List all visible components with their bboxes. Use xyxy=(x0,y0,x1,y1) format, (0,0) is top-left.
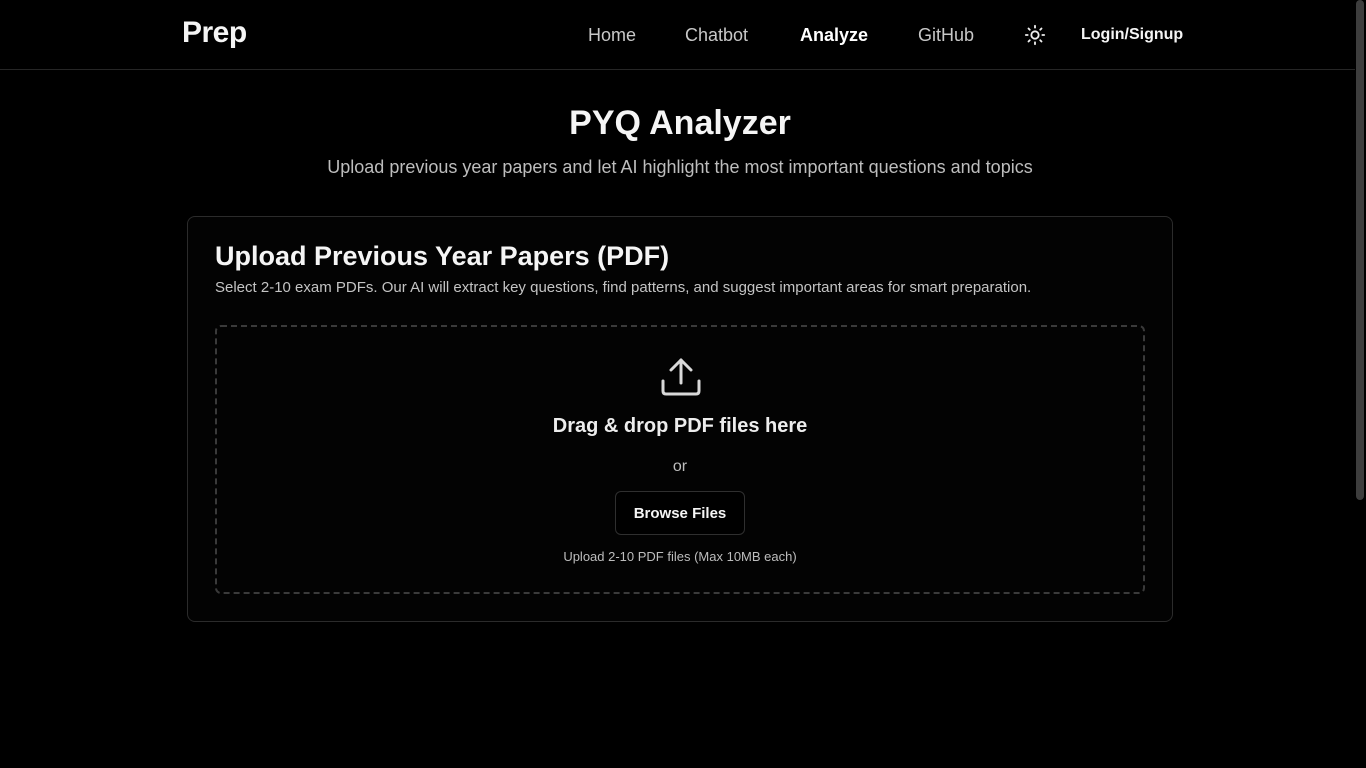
page: Prep Home Chatbot Analyze GitHub Login/S… xyxy=(0,0,1366,768)
nav-home[interactable]: Home xyxy=(588,25,636,46)
upload-card: Upload Previous Year Papers (PDF) Select… xyxy=(187,216,1173,622)
scrollbar-thumb[interactable] xyxy=(1356,0,1364,500)
top-navbar: Prep Home Chatbot Analyze GitHub Login/S… xyxy=(0,0,1355,70)
theme-toggle-button[interactable] xyxy=(1022,22,1048,48)
nav-github[interactable]: GitHub xyxy=(918,25,974,46)
page-title: PYQ Analyzer xyxy=(569,104,791,142)
dropzone-title: Drag & drop PDF files here xyxy=(552,415,808,437)
login-signup-button[interactable]: Login/Signup xyxy=(1081,26,1183,44)
pdf-dropzone[interactable]: Drag & drop PDF files here or Browse Fil… xyxy=(215,325,1145,594)
dropzone-hint: Upload 2-10 PDF files (Max 10MB each) xyxy=(563,549,797,564)
page-subtitle: Upload previous year papers and let AI h… xyxy=(327,157,1033,177)
sun-icon xyxy=(1024,24,1046,46)
upload-icon xyxy=(661,358,701,396)
browse-files-button[interactable]: Browse Files xyxy=(615,491,745,535)
nav-analyze[interactable]: Analyze xyxy=(800,25,868,46)
nav-chatbot[interactable]: Chatbot xyxy=(685,25,748,46)
upload-card-title: Upload Previous Year Papers (PDF) xyxy=(215,241,670,271)
dropzone-or-text: or xyxy=(672,458,688,475)
page-scrollbar[interactable] xyxy=(1355,0,1366,768)
upload-card-description: Select 2-10 exam PDFs. Our AI will extra… xyxy=(215,279,1032,296)
